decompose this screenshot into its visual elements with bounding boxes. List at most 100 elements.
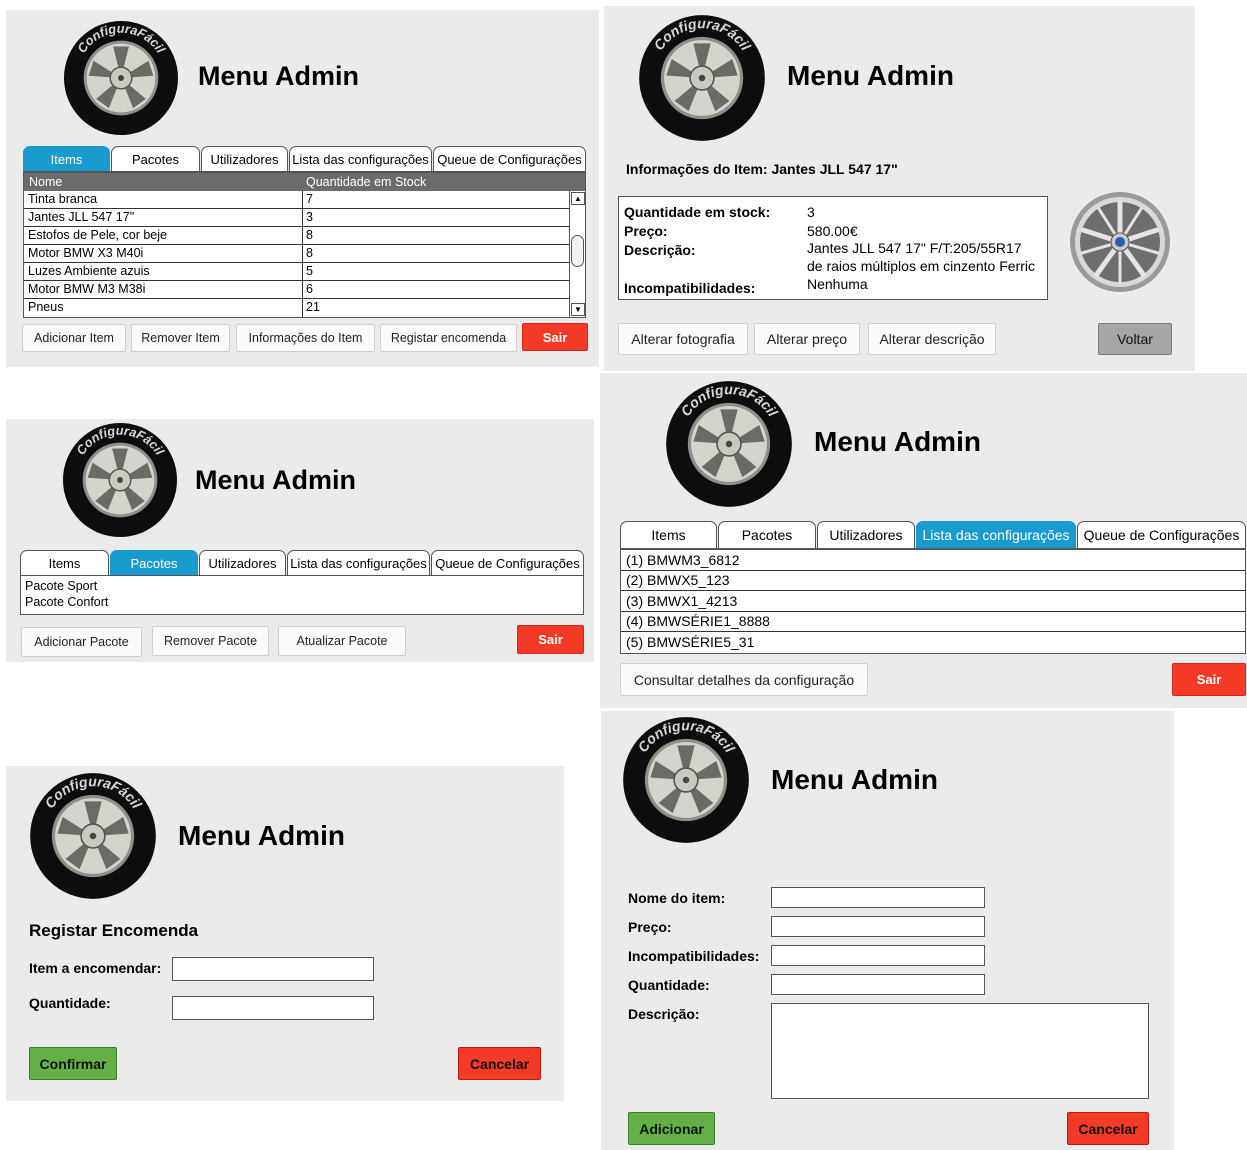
page-title: Menu Admin (178, 820, 345, 851)
tab-bar: Items Pacotes Utilizadores Lista das con… (20, 550, 584, 576)
item-info-heading: Informações do Item: Jantes JLL 547 17" (626, 161, 898, 177)
tab-utilizadores[interactable]: Utilizadores (201, 146, 288, 171)
row-qty: 8 (306, 228, 313, 242)
tab-items[interactable]: Items (23, 146, 110, 171)
list-item[interactable]: Pacote Confort (25, 595, 108, 609)
list-item[interactable]: (5) BMWSÉRIE5_31 (621, 632, 1245, 653)
add-item-panel: Menu Admin Nome do item: Preço: Incompat… (601, 711, 1174, 1150)
list-item[interactable]: (3) BMWX1_4213 (621, 591, 1245, 612)
incompatibilities-input[interactable] (771, 945, 985, 966)
tab-lista-configuracoes[interactable]: Lista das configurações (287, 550, 430, 575)
item-to-order-input[interactable] (172, 957, 374, 981)
add-package-button[interactable]: Adicionar Pacote (21, 627, 142, 657)
tab-queue-configuracoes[interactable]: Queue de Configurações (1077, 521, 1246, 548)
tab-lista-configuracoes[interactable]: Lista das configurações (289, 146, 432, 171)
table-row[interactable]: Pneus 21 (24, 299, 571, 317)
scrollbar-thumb[interactable] (571, 235, 584, 267)
description-value-line2: de raios múltiplos em cinzento Ferric (807, 258, 1035, 274)
quantity-label: Quantidade: (628, 977, 710, 993)
confirm-button[interactable]: Confirmar (29, 1047, 117, 1080)
table-row[interactable]: Tinta branca 7 (24, 191, 571, 209)
list-item[interactable]: (2) BMWX5_123 (621, 571, 1245, 591)
page-title: Menu Admin (771, 764, 938, 795)
tab-lista-configuracoes[interactable]: Lista das configurações (916, 521, 1076, 548)
table-row[interactable]: Jantes JLL 547 17" 3 (24, 209, 571, 227)
update-package-button[interactable]: Atualizar Pacote (278, 626, 406, 656)
description-label: Descrição: (628, 1006, 700, 1022)
row-name: Pneus (28, 300, 64, 314)
tab-bar: Items Pacotes Utilizadores Lista das con… (620, 521, 1246, 549)
row-name: Motor BMW X3 M40i (28, 246, 144, 260)
price-label: Preço: (628, 919, 672, 935)
cancel-button[interactable]: Cancelar (458, 1047, 541, 1080)
configurafacil-logo (621, 715, 751, 845)
tab-utilizadores[interactable]: Utilizadores (817, 521, 915, 548)
tab-queue-configuracoes[interactable]: Queue de Configurações (433, 146, 586, 171)
config-name: (4) BMWSÉRIE1_8888 (626, 613, 770, 629)
tab-items[interactable]: Items (620, 521, 717, 548)
remove-item-button[interactable]: Remover Item (131, 324, 230, 352)
row-name: Jantes JLL 547 17" (28, 210, 135, 224)
incompatibilities-label: Incompatibilidades: (624, 280, 756, 296)
configs-list: (1) BMWM3_6812 (2) BMWX5_123 (3) BMWX1_4… (620, 549, 1246, 654)
config-name: (5) BMWSÉRIE5_31 (626, 634, 755, 650)
row-qty: 7 (306, 192, 313, 206)
quantity-input[interactable] (771, 974, 985, 995)
list-item[interactable]: (4) BMWSÉRIE1_8888 (621, 612, 1245, 632)
list-item[interactable]: (1) BMWM3_6812 (621, 550, 1245, 571)
price-input[interactable] (771, 916, 985, 937)
table-body: Tinta branca 7 Jantes JLL 547 17" 3 Estofo… (24, 191, 571, 317)
exit-button[interactable]: Sair (1172, 663, 1246, 696)
item-name-label: Nome do item: (628, 890, 726, 906)
page-title: Menu Admin (195, 465, 356, 495)
tab-pacotes[interactable]: Pacotes (111, 146, 200, 171)
column-header-quantidade: Quantidade em Stock (306, 175, 427, 189)
order-panel: Menu Admin Registar Encomenda Item a enc… (6, 766, 564, 1101)
tab-bar: Items Pacotes Utilizadores Lista das con… (23, 146, 586, 172)
description-textarea[interactable] (771, 1003, 1149, 1099)
change-photo-button[interactable]: Alterar fotografia (618, 323, 748, 355)
remove-package-button[interactable]: Remover Pacote (152, 626, 269, 656)
tab-pacotes[interactable]: Pacotes (110, 550, 198, 575)
row-qty: 8 (306, 246, 313, 260)
order-heading: Registar Encomenda (29, 921, 199, 940)
back-button[interactable]: Voltar (1098, 323, 1172, 355)
item-details-box: Quantidade em stock: Preço: Descrição: I… (618, 196, 1048, 300)
change-description-button[interactable]: Alterar descrição (868, 323, 996, 355)
tab-pacotes[interactable]: Pacotes (718, 521, 816, 548)
stock-label: Quantidade em stock: (624, 204, 771, 220)
tab-utilizadores[interactable]: Utilizadores (199, 550, 286, 575)
configurafacil-logo (637, 13, 767, 143)
exit-button[interactable]: Sair (517, 625, 584, 654)
items-panel: Menu Admin Items Pacotes Utilizadores Li… (6, 10, 599, 367)
config-name: (2) BMWX5_123 (626, 572, 730, 588)
change-price-button[interactable]: Alterar preço (754, 323, 860, 355)
page-title: Menu Admin (198, 61, 359, 91)
tab-items[interactable]: Items (20, 550, 109, 575)
table-row[interactable]: Estofos de Pele, cor beje 8 (24, 227, 571, 245)
item-info-button[interactable]: Informações do Item (236, 324, 375, 352)
add-button[interactable]: Adicionar (628, 1112, 715, 1145)
exit-button[interactable]: Sair (522, 323, 588, 351)
vertical-scrollbar[interactable]: ▲ ▼ (569, 191, 585, 317)
item-name-input[interactable] (771, 887, 985, 908)
configurafacil-logo (61, 421, 179, 539)
scroll-down-icon[interactable]: ▼ (571, 303, 585, 316)
config-name: (1) BMWM3_6812 (626, 552, 740, 568)
table-row[interactable]: Motor BMW X3 M40i 8 (24, 245, 571, 263)
row-qty: 5 (306, 264, 313, 278)
tab-queue-configuracoes[interactable]: Queue de Configurações (431, 550, 584, 575)
cancel-button[interactable]: Cancelar (1067, 1112, 1149, 1145)
quantity-input[interactable] (172, 996, 374, 1020)
register-order-button[interactable]: Registar encomenda (380, 324, 517, 352)
table-row[interactable]: Luzes Ambiente azuis 5 (24, 263, 571, 281)
row-qty: 21 (306, 300, 320, 314)
list-item[interactable]: Pacote Sport (25, 579, 97, 593)
row-name: Motor BMW M3 M38i (28, 282, 146, 296)
item-to-order-label: Item a encomendar: (29, 960, 162, 976)
scroll-up-icon[interactable]: ▲ (571, 192, 585, 205)
table-row[interactable]: Motor BMW M3 M38i 6 (24, 281, 571, 299)
add-item-button[interactable]: Adicionar Item (22, 324, 126, 352)
config-details-button[interactable]: Consultar detalhes da configuração (620, 663, 868, 696)
config-name: (3) BMWX1_4213 (626, 593, 738, 609)
